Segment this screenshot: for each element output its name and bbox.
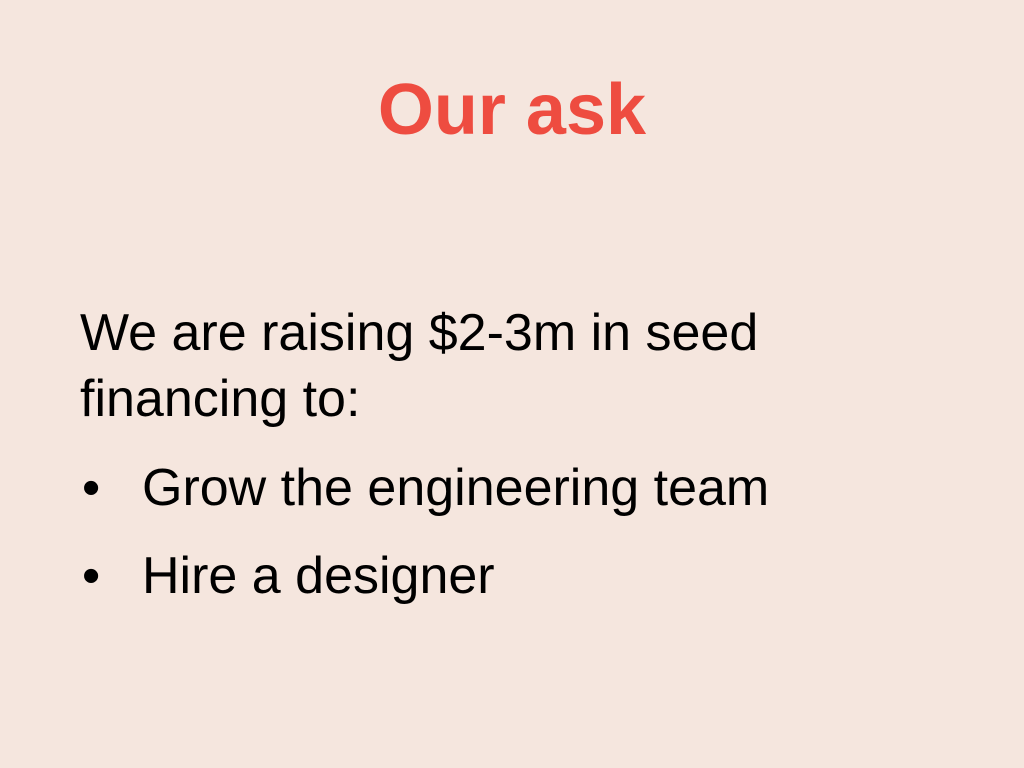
bullet-marker: • bbox=[82, 547, 101, 605]
slide-title: Our ask bbox=[377, 70, 647, 150]
bullet-marker: • bbox=[82, 459, 101, 517]
bullet-text: Grow the engineering team bbox=[142, 459, 770, 517]
intro-text: We are raising $2-3m in seed financing t… bbox=[80, 304, 759, 428]
bullet-list: • Grow the engineering team • Hire a des… bbox=[80, 452, 980, 628]
bullet-item-engineering-team: • Grow the engineering team bbox=[80, 452, 980, 540]
bullet-text: Hire a designer bbox=[142, 547, 495, 605]
bullet-item-designer: • Hire a designer bbox=[80, 540, 980, 628]
slide: Our ask We are raising $2-3m in seed fin… bbox=[0, 0, 1024, 768]
